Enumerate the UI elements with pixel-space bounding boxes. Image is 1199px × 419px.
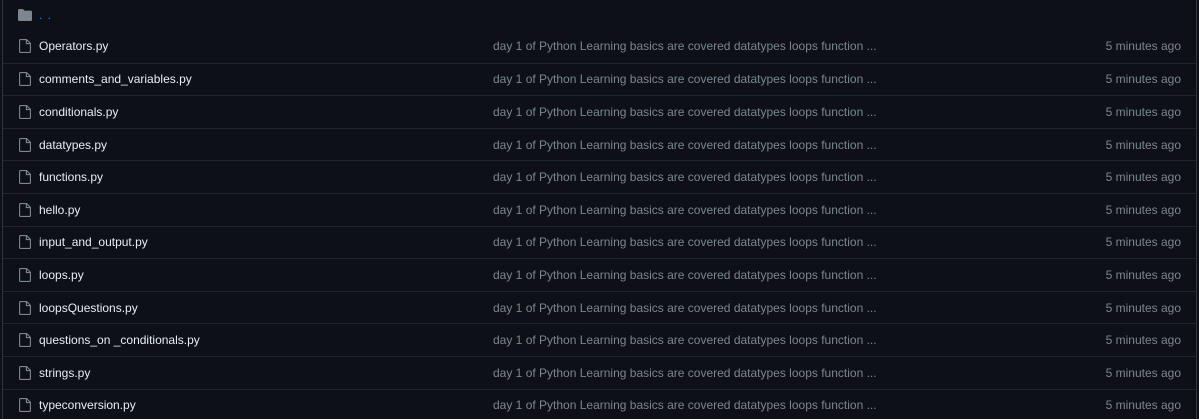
file-icon: [17, 104, 33, 120]
file-icon: [17, 137, 33, 153]
file-icon: [17, 365, 33, 381]
file-row[interactable]: functions.py day 1 of Python Learning ba…: [3, 160, 1196, 193]
file-name-link[interactable]: typeconversion.py: [39, 398, 493, 412]
file-name-link[interactable]: loopsQuestions.py: [39, 301, 493, 315]
file-icon: [17, 300, 33, 316]
file-name-link[interactable]: loops.py: [39, 268, 493, 282]
commit-age: 5 minutes ago: [1105, 202, 1181, 217]
commit-message-link[interactable]: day 1 of Python Learning basics are cove…: [493, 39, 1106, 53]
commit-message-link[interactable]: day 1 of Python Learning basics are cove…: [493, 203, 1106, 217]
file-name-link[interactable]: strings.py: [39, 366, 493, 380]
commit-age: 5 minutes ago: [1105, 398, 1181, 413]
file-icon: [17, 332, 33, 348]
file-row[interactable]: typeconversion.py day 1 of Python Learni…: [3, 388, 1196, 419]
file-row[interactable]: Operators.py day 1 of Python Learning ba…: [3, 30, 1196, 63]
commit-age: 5 minutes ago: [1105, 235, 1181, 250]
file-list: . . Operators.py day 1 of Python Learnin…: [2, 0, 1197, 419]
commit-age: 5 minutes ago: [1105, 170, 1181, 185]
file-row[interactable]: input_and_output.py day 1 of Python Lear…: [3, 225, 1196, 259]
commit-message-link[interactable]: day 1 of Python Learning basics are cove…: [493, 268, 1106, 282]
commit-message-link[interactable]: day 1 of Python Learning basics are cove…: [493, 138, 1106, 152]
file-icon: [17, 397, 33, 413]
commit-age: 5 minutes ago: [1105, 300, 1181, 315]
file-icon: [17, 169, 33, 185]
file-row[interactable]: questions_on _conditionals.py day 1 of P…: [3, 323, 1196, 356]
file-row[interactable]: loops.py day 1 of Python Learning basics…: [3, 258, 1196, 291]
file-row[interactable]: conditionals.py day 1 of Python Learning…: [3, 95, 1196, 128]
file-name-link[interactable]: input_and_output.py: [39, 235, 493, 249]
parent-directory-row[interactable]: . .: [3, 0, 1196, 30]
file-name-link[interactable]: Operators.py: [39, 39, 493, 53]
file-icon: [17, 267, 33, 283]
commit-message-link[interactable]: day 1 of Python Learning basics are cove…: [493, 398, 1106, 412]
file-row[interactable]: hello.py day 1 of Python Learning basics…: [3, 192, 1196, 226]
commit-age: 5 minutes ago: [1105, 333, 1181, 348]
commit-age: 5 minutes ago: [1105, 72, 1181, 87]
commit-message-link[interactable]: day 1 of Python Learning basics are cove…: [493, 105, 1106, 119]
commit-age: 5 minutes ago: [1105, 365, 1181, 380]
folder-icon: [17, 7, 33, 23]
parent-directory-link[interactable]: . .: [39, 8, 52, 22]
file-row[interactable]: comments_and_variables.py day 1 of Pytho…: [3, 62, 1196, 96]
file-row[interactable]: strings.py day 1 of Python Learning basi…: [3, 355, 1196, 389]
file-name-link[interactable]: questions_on _conditionals.py: [39, 333, 493, 347]
file-name-link[interactable]: hello.py: [39, 203, 493, 217]
file-icon: [17, 234, 33, 250]
commit-age: 5 minutes ago: [1105, 39, 1181, 54]
file-row[interactable]: datatypes.py day 1 of Python Learning ba…: [3, 127, 1196, 161]
commit-age: 5 minutes ago: [1105, 137, 1181, 152]
file-name-link[interactable]: conditionals.py: [39, 105, 493, 119]
file-icon: [17, 38, 33, 54]
file-name-link[interactable]: comments_and_variables.py: [39, 72, 493, 86]
file-name-link[interactable]: functions.py: [39, 170, 493, 184]
commit-message-link[interactable]: day 1 of Python Learning basics are cove…: [493, 72, 1106, 86]
file-icon: [17, 202, 33, 218]
file-row[interactable]: loopsQuestions.py day 1 of Python Learni…: [3, 290, 1196, 324]
commit-message-link[interactable]: day 1 of Python Learning basics are cove…: [493, 235, 1106, 249]
commit-message-link[interactable]: day 1 of Python Learning basics are cove…: [493, 170, 1106, 184]
commit-message-link[interactable]: day 1 of Python Learning basics are cove…: [493, 366, 1106, 380]
commit-age: 5 minutes ago: [1105, 267, 1181, 282]
commit-age: 5 minutes ago: [1105, 104, 1181, 119]
commit-message-link[interactable]: day 1 of Python Learning basics are cove…: [493, 333, 1106, 347]
commit-message-link[interactable]: day 1 of Python Learning basics are cove…: [493, 301, 1106, 315]
file-name-link[interactable]: datatypes.py: [39, 138, 493, 152]
file-icon: [17, 71, 33, 87]
